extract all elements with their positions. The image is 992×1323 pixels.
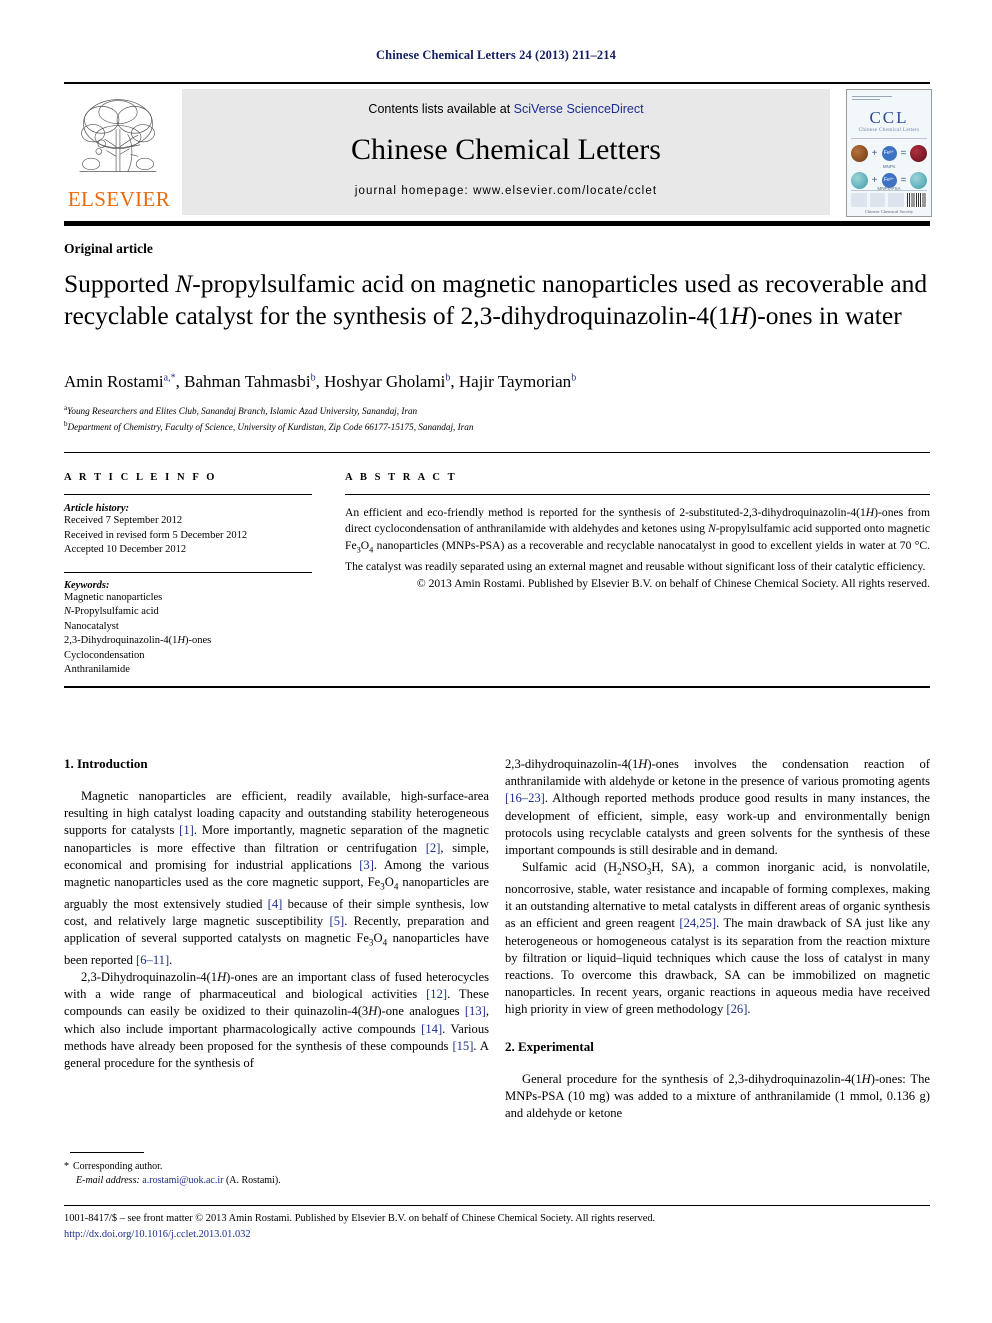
keyword-item: Cyclocondensation: [64, 649, 145, 661]
body-column-right: 2,3-dihydroquinazolin-4(1H)-ones involve…: [505, 756, 930, 1122]
plus-icon-2: +: [871, 174, 878, 186]
keyword-item: Anthranilamide: [64, 664, 130, 675]
contents-prefix: Contents lists available at: [368, 102, 514, 116]
elsevier-wordmark: ELSEVIER: [67, 187, 171, 211]
keywords-rule: [64, 571, 312, 573]
section-heading-introduction: 1. Introduction: [64, 756, 148, 771]
nanoparticle-brown-icon: [850, 144, 868, 162]
history-item: Received 7 September 2012: [64, 515, 183, 526]
masthead-bottom-rule: [64, 221, 930, 226]
cover-divider: [851, 138, 927, 139]
page-title: Supported N-propylsulfamic acid on magne…: [64, 269, 928, 330]
keyword-item: Magnetic nanoparticles: [64, 591, 163, 603]
author-marks: b: [571, 372, 577, 384]
cover-footer-text: Chinese Chemical Society: [864, 209, 914, 214]
equals-icon-2: =: [900, 174, 907, 186]
cover-acronym: CCL: [869, 108, 909, 127]
footer-rule: [64, 1205, 930, 1206]
iron-ion-icon: Fe³⁺: [881, 145, 897, 161]
affiliations: aYoung Researchers and Elites Club, Sana…: [64, 402, 934, 434]
author-marks: b: [310, 372, 316, 384]
footer-doi-link[interactable]: http://dx.doi.org/10.1016/j.cclet.2013.0…: [64, 1229, 944, 1240]
cover-equation-row-1: + Fe³⁺ =: [847, 142, 931, 164]
email-label: E-mail address:: [76, 1175, 140, 1186]
email-owner: (A. Rostami).: [225, 1175, 281, 1186]
history-item: Accepted 10 December 2012: [64, 544, 187, 555]
email-note: E-mail address: a.rostami@uok.ac.ir (A. …: [64, 1174, 489, 1188]
cover-masthead-lines: [852, 96, 892, 103]
cover-barcode: [907, 193, 928, 207]
article-history-heading: Article history:: [64, 503, 130, 514]
abstract-bottom-rule: [64, 686, 930, 688]
author-list: Amin Rostamia,*, Bahman Tahmasbib, Hoshy…: [64, 372, 577, 391]
sciencedirect-link[interactable]: SciVerse ScienceDirect: [514, 102, 644, 116]
affiliation-item: aYoung Researchers and Elites Club, Sana…: [64, 404, 418, 417]
cover-subtitle: Chinese Chemical Letters: [858, 127, 920, 133]
paragraph: Sulfamic acid (H2NSO3H, SA), a common in…: [505, 860, 930, 1017]
article-info-block: A R T I C L E I N F O Article history: R…: [64, 472, 312, 678]
paper-page: Chinese Chemical Letters 24 (2013) 211–2…: [0, 0, 992, 1323]
keyword-item: Nanocatalyst: [64, 620, 119, 632]
email-link[interactable]: a.rostami@uok.ac.ir: [142, 1175, 223, 1186]
author-name: Bahman Tahmasbi: [184, 372, 311, 391]
author-name: Amin Rostami: [64, 372, 164, 391]
journal-cover-thumbnail: CCL Chinese Chemical Letters + Fe³⁺ = MN…: [846, 89, 932, 217]
section-heading-experimental: 2. Experimental: [505, 1038, 594, 1054]
masthead-top-rule: [64, 82, 930, 84]
keywords-heading: Keywords:: [64, 579, 110, 591]
footer-copyright: 1001-8417/$ – see front matter © 2013 Am…: [64, 1213, 656, 1224]
footnote-block: * Corresponding author. E-mail address: a…: [64, 1160, 489, 1188]
history-item: Received in revised form 5 December 2012: [64, 529, 248, 541]
asterisk-icon: *: [64, 1161, 69, 1172]
body-column-left: 1. Introduction Magnetic nanoparticles a…: [64, 756, 489, 1072]
contents-list-line: Contents lists available at SciVerse Sci…: [182, 102, 830, 116]
journal-masthead: ELSEVIER Contents lists available at Sci…: [64, 89, 932, 217]
equals-icon: =: [900, 147, 907, 159]
paragraph: General procedure for the synthesis of 2…: [505, 1071, 930, 1120]
affiliation-item: bDepartment of Chemistry, Faculty of Sci…: [64, 420, 474, 433]
journal-band: Contents lists available at SciVerse Sci…: [182, 89, 830, 215]
journal-homepage[interactable]: journal homepage: www.elsevier.com/locat…: [182, 185, 830, 197]
cover-box-3: [888, 193, 905, 207]
author-marks: a,*: [163, 372, 176, 384]
corresponding-author-note: * Corresponding author.: [64, 1161, 163, 1172]
journal-title: Chinese Chemical Letters: [351, 133, 661, 166]
nanoparticle-red-icon: [910, 144, 928, 162]
elsevier-logo: ELSEVIER: [64, 89, 174, 215]
paragraph: Magnetic nanoparticles are efficient, re…: [64, 789, 490, 967]
article-info-rule: [64, 494, 312, 495]
paragraph: 2,3-Dihydroquinazolin-4(1H)-ones are an …: [64, 970, 490, 1071]
keyword-item: 2,3-Dihydroquinazolin-4(1H)-ones: [64, 635, 212, 646]
abstract-block: A B S T R A C T An efficient and eco-fri…: [345, 472, 930, 592]
plus-icon: +: [871, 147, 878, 159]
abstract-text: An efficient and eco-friendly method is …: [345, 506, 930, 573]
abstract-rule: [345, 494, 930, 495]
running-head: Chinese Chemical Letters 24 (2013) 211–2…: [376, 48, 616, 62]
footnote-rule: [70, 1152, 144, 1153]
abstract-copyright: © 2013 Amin Rostami. Published by Elsevi…: [416, 576, 930, 590]
author-marks: b: [445, 372, 451, 384]
author-name: Hoshyar Gholami: [324, 372, 446, 391]
elsevier-tree-icon: [79, 99, 157, 172]
abstract-label: A B S T R A C T: [345, 472, 458, 483]
info-top-rule: [64, 452, 930, 453]
article-info-label: A R T I C L E I N F O: [64, 472, 218, 483]
paragraph: 2,3-dihydroquinazolin-4(1H)-ones involve…: [505, 757, 930, 858]
author-name: Hajir Taymorian: [458, 372, 572, 391]
cover-box-1: [851, 193, 867, 207]
article-type: Original article: [64, 241, 153, 256]
cover-box-2: [869, 193, 886, 207]
keyword-item: N-Propylsulfamic acid: [64, 606, 159, 617]
